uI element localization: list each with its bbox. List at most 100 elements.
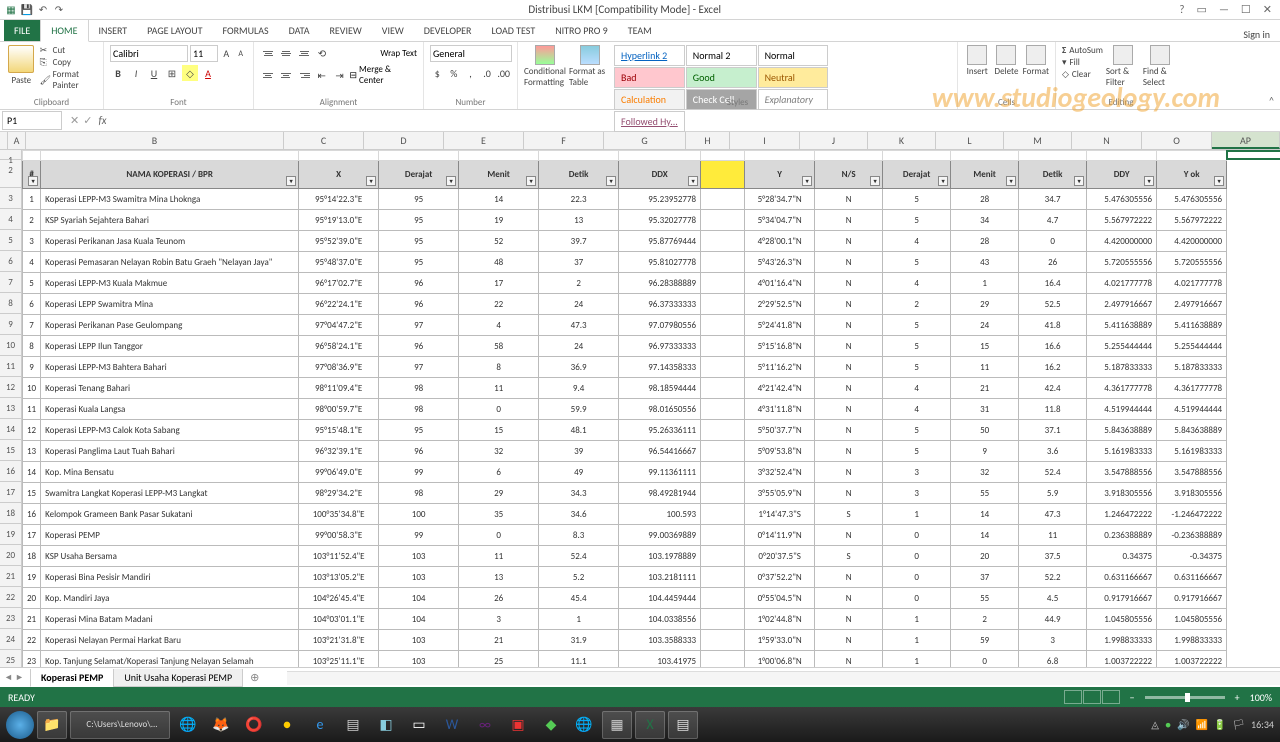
task-notepad[interactable]: ▭ [404,711,434,739]
column-header[interactable]: I [730,132,800,149]
normal-view-button[interactable] [1064,690,1082,704]
table-row[interactable]: 5Koperasi LEPP-M3 Kuala Makmue96°17'02.7… [23,273,1227,294]
row-header[interactable]: 21 [0,566,22,587]
table-row[interactable]: 22Koperasi Nelayan Permai Harkat Baru103… [23,630,1227,651]
column-header[interactable]: K [868,132,936,149]
row-header[interactable]: 4 [0,209,22,230]
tab-load-test[interactable]: LOAD TEST [481,20,545,41]
table-header[interactable]: NAMA KOPERASI / BPR▾ [41,161,299,189]
table-row[interactable]: 21Koperasi Mina Batam Madani104°03'01.1"… [23,609,1227,630]
column-header[interactable]: O [1142,132,1212,149]
row-header[interactable]: 25 [0,650,22,667]
align-top-button[interactable] [260,46,276,60]
filter-button[interactable]: ▾ [688,176,698,186]
row-header[interactable]: 17 [0,482,22,503]
tab-file[interactable]: FILE [4,20,40,41]
table-header[interactable]: N/S▾ [815,161,883,189]
table-row[interactable]: 3Koperasi Perikanan Jasa Kuala Teunom95°… [23,231,1227,252]
table-row[interactable]: 18KSP Usaha Bersama103°11'52.4"E1031152.… [23,546,1227,567]
select-all-corner[interactable] [0,132,8,149]
cut-button[interactable]: ✂Cut [40,45,97,56]
row-header[interactable]: 22 [0,587,22,608]
table-row[interactable]: 10Koperasi Tenang Bahari98°11'09.4"E9811… [23,378,1227,399]
filter-button[interactable]: ▾ [938,176,948,186]
cancel-formula-button[interactable]: ✕ [70,114,79,127]
tab-review[interactable]: REVIEW [319,20,371,41]
format-as-table-button[interactable]: Format as Table [569,45,611,132]
autosum-button[interactable]: Σ AutoSum [1062,45,1103,56]
filter-button[interactable]: ▾ [28,176,38,186]
collapse-ribbon-button[interactable]: ^ [1269,94,1274,107]
column-header[interactable]: M [1004,132,1072,149]
column-header[interactable]: J [800,132,868,149]
tab-nitro[interactable]: Nitro Pro 9 [545,20,618,41]
row-header[interactable]: 2 [0,160,22,188]
worksheet-grid[interactable]: ABCDEFGHIJKLMNOAP 1234567891011121314151… [0,132,1280,667]
column-header[interactable]: B [26,132,284,149]
table-row[interactable]: 7Koperasi Perikanan Pase Geulompang97°04… [23,315,1227,336]
row-header[interactable]: 9 [0,314,22,335]
increase-indent-button[interactable]: ⇥ [332,67,348,83]
wrap-text-button[interactable]: Wrap Text [380,48,417,59]
task-app5[interactable]: ▦ [602,711,632,739]
table-row[interactable]: 6Koperasi LEPP Swamitra Mina96°22'24.1"E… [23,294,1227,315]
table-header[interactable]: Derajat▾ [883,161,951,189]
column-header[interactable]: AP [1212,132,1280,149]
cells-area[interactable]: #▾NAMA KOPERASI / BPR▾X▾Derajat▾Menit▾De… [22,150,1280,667]
row-header[interactable]: 1 [0,150,22,160]
column-header[interactable]: H [686,132,730,149]
table-header[interactable]: X▾ [299,161,379,189]
task-app3[interactable]: ▣ [503,711,533,739]
task-canary[interactable]: ● [272,711,302,739]
table-row[interactable]: 15Swamitra Langkat Koperasi LEPP-M3 Lang… [23,483,1227,504]
font-size-select[interactable] [190,45,218,62]
font-color-button[interactable]: A [200,65,216,81]
column-header[interactable]: C [284,132,364,149]
style-bad[interactable]: Bad [614,67,685,88]
table-row[interactable]: 9Koperasi LEPP-M3 Bahtera Bahari97°08'36… [23,357,1227,378]
table-header[interactable]: Menit▾ [951,161,1019,189]
column-header[interactable]: A [8,132,26,149]
filter-button[interactable]: ▾ [606,176,616,186]
page-break-view-button[interactable] [1102,690,1120,704]
table-header[interactable]: Menit▾ [459,161,539,189]
tab-data[interactable]: DATA [279,20,320,41]
table-row[interactable]: 12Koperasi LEPP-M3 Calok Kota Sabang95°1… [23,420,1227,441]
fill-button[interactable]: ▾ Fill [1062,57,1103,68]
task-chrome[interactable]: 🌐 [173,711,203,739]
table-header[interactable]: Detik▾ [1019,161,1087,189]
tab-page-layout[interactable]: PAGE LAYOUT [137,20,212,41]
zoom-level[interactable]: 100% [1250,691,1272,704]
align-middle-button[interactable] [278,46,294,60]
filter-button[interactable]: ▾ [446,176,456,186]
table-header[interactable] [701,161,745,189]
cell-styles-gallery[interactable]: Hyperlink 2 Normal 2 Normal Bad Good Neu… [614,45,828,132]
task-opera[interactable]: ⭕ [239,711,269,739]
accounting-button[interactable]: $ [430,65,445,81]
row-header[interactable]: 13 [0,398,22,419]
row-header[interactable]: 8 [0,293,22,314]
active-cell[interactable] [1226,150,1280,160]
underline-button[interactable]: U [146,65,162,81]
row-header[interactable]: 14 [0,419,22,440]
table-header[interactable]: Derajat▾ [379,161,459,189]
increase-font-button[interactable]: A [220,46,233,62]
filter-button[interactable]: ▾ [802,176,812,186]
undo-button[interactable]: ↶ [36,3,50,17]
row-header[interactable]: 10 [0,335,22,356]
zoom-out-button[interactable]: − [1130,691,1135,704]
row-header[interactable]: 24 [0,629,22,650]
fill-color-button[interactable]: ◇ [182,65,198,81]
filter-button[interactable]: ▾ [1006,176,1016,186]
tab-team[interactable]: TEAM [618,20,662,41]
column-header[interactable]: G [604,132,686,149]
row-header[interactable]: 11 [0,356,22,377]
name-box[interactable] [2,111,62,130]
table-row[interactable]: 19Koperasi Bina Pesisir Mandiri103°13'05… [23,567,1227,588]
table-header[interactable]: Detik▾ [539,161,619,189]
filter-button[interactable]: ▾ [366,176,376,186]
filter-button[interactable]: ▾ [526,176,536,186]
row-header[interactable]: 15 [0,440,22,461]
table-row[interactable]: 4Koperasi Pemasaran Nelayan Robin Batu G… [23,252,1227,273]
format-painter-button[interactable]: 🖌Format Painter [40,69,97,91]
